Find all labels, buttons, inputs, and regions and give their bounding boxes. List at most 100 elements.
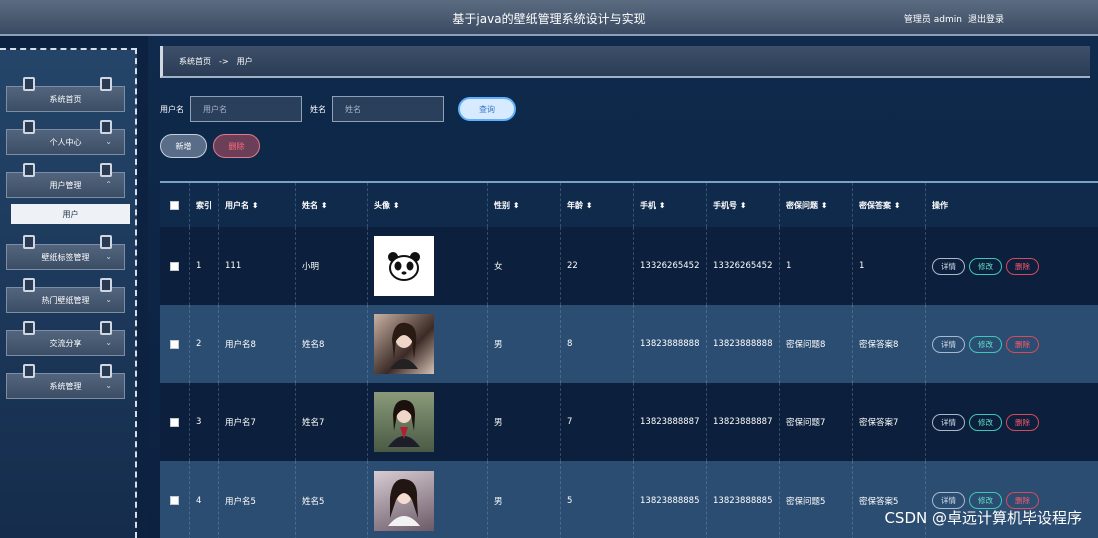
name-search-input[interactable] <box>332 96 444 122</box>
binder-clip-icon <box>100 364 112 378</box>
cell-age: 8 <box>561 305 634 383</box>
logout-link[interactable]: 退出登录 <box>968 12 1004 25</box>
sidebar-item-home[interactable]: 系统首页 <box>6 77 125 112</box>
header-ops: 操作 <box>932 200 948 210</box>
username-search-input[interactable] <box>190 96 302 122</box>
cell-index: 2 <box>190 305 219 383</box>
chevron-up-icon: ⌃ <box>105 180 112 189</box>
search-bar: 用户名 姓名 查询 <box>160 96 516 122</box>
cell-avatar <box>368 227 488 305</box>
chevron-down-icon: ⌄ <box>105 252 112 261</box>
panda-avatar-icon <box>374 236 434 296</box>
select-all-cell <box>160 183 190 227</box>
detail-button[interactable]: 详情 <box>932 335 965 353</box>
add-button[interactable]: 新增 <box>160 134 207 158</box>
chevron-down-icon: ⌄ <box>105 295 112 304</box>
sidebar-item-label: 个人中心 <box>49 137 82 147</box>
row-checkbox-cell <box>160 305 190 383</box>
remove-button[interactable]: 删除 <box>1006 335 1039 353</box>
header-username[interactable]: 用户名 ⬍ <box>219 183 296 227</box>
cell-ops: 详情 修改 删除 <box>926 383 1096 461</box>
table-row: 3 用户名7 姓名7 男 7 13823888887 13823888887 密… <box>160 383 1098 461</box>
cell-phone: 13823888885 <box>634 461 707 538</box>
cell-question: 1 <box>780 227 853 305</box>
chevron-down-icon: ⌄ <box>105 137 112 146</box>
binder-clip-icon <box>23 120 35 134</box>
photo-avatar-icon <box>374 314 434 374</box>
header-sex[interactable]: 性别 ⬍ <box>488 183 561 227</box>
query-button[interactable]: 查询 <box>458 97 516 121</box>
binder-clip-icon <box>23 235 35 249</box>
edit-button[interactable]: 修改 <box>969 413 1002 431</box>
table-header: 索引 用户名 ⬍ 姓名 ⬍ 头像 ⬍ 性别 ⬍ 年龄 ⬍ 手机 ⬍ 手机号 ⬍ … <box>160 183 1098 227</box>
header-phone[interactable]: 手机 ⬍ <box>634 183 707 227</box>
cell-avatar <box>368 461 488 538</box>
cell-ops: 详情 修改 删除 <box>926 227 1096 305</box>
chevron-down-icon: ⌄ <box>105 338 112 347</box>
table-row: 2 用户名8 姓名8 男 8 13823888888 13823888888 密… <box>160 305 1098 383</box>
breadcrumb-separator: -> <box>219 56 229 66</box>
select-all-checkbox[interactable] <box>170 200 179 210</box>
cell-phone: 13823888888 <box>634 305 707 383</box>
sidebar-item-hot-wallpaper[interactable]: 热门壁纸管理 ⌄ <box>6 278 125 313</box>
cell-question: 密保问题8 <box>780 305 853 383</box>
sidebar-item-share[interactable]: 交流分享 ⌄ <box>6 321 125 356</box>
binder-clip-icon <box>100 278 112 292</box>
binder-clip-icon <box>23 77 35 91</box>
binder-clip-icon <box>100 163 112 177</box>
header-age[interactable]: 年龄 ⬍ <box>561 183 634 227</box>
breadcrumb-home[interactable]: 系统首页 <box>179 56 211 67</box>
binder-clip-icon <box>23 278 35 292</box>
header-avatar[interactable]: 头像 ⬍ <box>368 183 488 227</box>
cell-sex: 男 <box>488 383 561 461</box>
header-index: 索引 <box>190 183 219 227</box>
sidebar-item-system[interactable]: 系统管理 ⌄ <box>6 364 125 399</box>
row-checkbox[interactable] <box>170 496 179 505</box>
header-answer[interactable]: 密保答案 ⬍ <box>853 183 926 227</box>
cell-name: 姓名8 <box>296 305 368 383</box>
row-checkbox-cell <box>160 383 190 461</box>
header-question[interactable]: 密保问题 ⬍ <box>780 183 853 227</box>
sidebar-subitem-users[interactable]: 用户 <box>11 204 130 224</box>
header-mobile[interactable]: 手机号 ⬍ <box>707 183 780 227</box>
detail-button[interactable]: 详情 <box>932 257 965 275</box>
cell-mobile: 13823888888 <box>707 305 780 383</box>
sidebar-item-label: 系统管理 <box>49 381 82 391</box>
row-checkbox[interactable] <box>170 261 179 271</box>
cell-mobile: 13326265452 <box>707 227 780 305</box>
main-content: 系统首页 -> 用户 用户名 姓名 查询 新增 删除 索引 用户名 ⬍ 姓名 ⬍… <box>148 36 1098 538</box>
sidebar-item-label: 系统首页 <box>49 94 82 104</box>
detail-button[interactable]: 详情 <box>932 413 965 431</box>
sidebar-item-profile[interactable]: 个人中心 ⌄ <box>6 120 125 155</box>
cell-question: 密保问题5 <box>780 461 853 538</box>
edit-button[interactable]: 修改 <box>969 335 1002 353</box>
cell-phone: 13823888887 <box>634 383 707 461</box>
row-checkbox[interactable] <box>170 339 179 349</box>
cell-age: 7 <box>561 383 634 461</box>
watermark: CSDN @卓远计算机毕设程序 <box>884 509 1082 527</box>
cell-sex: 男 <box>488 461 561 538</box>
cell-index: 3 <box>190 383 219 461</box>
delete-button[interactable]: 删除 <box>213 134 260 158</box>
edit-button[interactable]: 修改 <box>969 257 1002 275</box>
remove-button[interactable]: 删除 <box>1006 413 1039 431</box>
cell-username: 用户名7 <box>219 383 296 461</box>
user-area: 管理员 admin 退出登录 <box>904 12 1004 25</box>
photo-avatar-icon <box>374 392 434 452</box>
binder-clip-icon <box>100 321 112 335</box>
cell-username: 用户名8 <box>219 305 296 383</box>
cell-age: 5 <box>561 461 634 538</box>
sidebar-item-user-management[interactable]: 用户管理 ⌃ <box>6 163 125 198</box>
cell-age: 22 <box>561 227 634 305</box>
cell-answer: 密保答案8 <box>853 305 926 383</box>
row-checkbox[interactable] <box>170 417 179 427</box>
chevron-down-icon: ⌄ <box>105 381 112 390</box>
photo-avatar-icon <box>374 470 434 531</box>
cell-avatar <box>368 383 488 461</box>
remove-button[interactable]: 删除 <box>1006 257 1039 275</box>
header-name[interactable]: 姓名 ⬍ <box>296 183 368 227</box>
binder-clip-icon <box>23 321 35 335</box>
cell-answer: 密保答案7 <box>853 383 926 461</box>
row-checkbox-cell <box>160 461 190 538</box>
sidebar-item-tag-management[interactable]: 壁纸标签管理 ⌄ <box>6 235 125 270</box>
